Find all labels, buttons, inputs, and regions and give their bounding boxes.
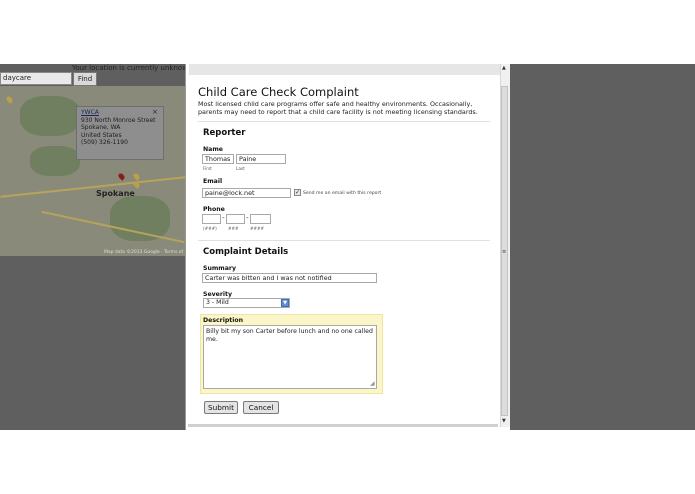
dialog-bottom-edge: [188, 424, 498, 427]
severity-select[interactable]: 3 - Mild: [203, 298, 290, 308]
phone-line-input[interactable]: [250, 214, 271, 224]
map-road: [0, 176, 186, 198]
submit-button[interactable]: Submit: [204, 401, 238, 414]
email-label: Email: [203, 178, 223, 185]
description-label: Description: [203, 317, 244, 324]
close-icon[interactable]: ×: [152, 108, 158, 116]
place-city: Spokane, WA: [81, 124, 121, 131]
complaint-heading: Complaint Details: [203, 247, 289, 257]
scroll-up-icon[interactable]: ▲: [502, 65, 506, 71]
severity-label: Severity: [203, 291, 233, 298]
summary-label: Summary: [203, 265, 237, 272]
scroll-grip-icon: ≡: [502, 249, 507, 255]
scroll-down-icon[interactable]: ▼: [502, 418, 506, 424]
first-sublabel: First: [203, 166, 212, 171]
map-park: [30, 146, 80, 176]
dialog-title: Child Care Check Complaint: [198, 85, 359, 99]
description-textarea[interactable]: Billy bit my son Carter before lunch and…: [203, 325, 377, 389]
phone-prefix-input[interactable]: [226, 214, 245, 224]
send-email-checkbox[interactable]: ✓: [294, 189, 301, 196]
phone-label: Phone: [203, 206, 225, 213]
map-pin-icon[interactable]: [5, 95, 14, 104]
reporter-heading: Reporter: [203, 128, 246, 138]
map-info-window: YWCA 930 North Monroe Street Spokane, WA…: [76, 106, 164, 160]
phone-area-input[interactable]: [202, 214, 221, 224]
email-input[interactable]: paine@lock.net: [202, 188, 291, 198]
find-button[interactable]: Find: [73, 72, 97, 86]
phone-separator: -: [222, 214, 225, 222]
location-status: Your location is currently unknown: [72, 64, 193, 72]
dialog-intro: Most licensed child care programs offer …: [198, 100, 478, 116]
first-name-input[interactable]: Thomas: [202, 154, 234, 164]
divider: [198, 240, 490, 241]
place-name-link[interactable]: YWCA: [81, 109, 159, 117]
cancel-button[interactable]: Cancel: [243, 401, 279, 414]
map-pin-icon[interactable]: [117, 172, 126, 181]
phone-prefix-sublabel: ###: [228, 226, 239, 231]
map-city-label: Spokane: [96, 189, 135, 198]
place-country: United States: [81, 131, 122, 139]
search-input[interactable]: daycare: [0, 72, 72, 85]
phone-line-sublabel: ####: [250, 226, 265, 231]
phone-area-sublabel: (###): [203, 226, 217, 231]
divider: [198, 121, 490, 122]
place-phone: (509) 326-1190: [81, 139, 128, 146]
map-park: [20, 96, 80, 136]
last-name-input[interactable]: Paine: [236, 154, 286, 164]
map-pin-icon[interactable]: [132, 172, 141, 181]
map-park: [110, 196, 170, 241]
place-street: 930 North Monroe Street: [81, 116, 156, 124]
chevron-down-icon[interactable]: ▼: [281, 299, 289, 307]
phone-separator: -: [246, 214, 249, 222]
name-label: Name: [203, 146, 223, 153]
send-email-note: Send me an email with this report: [303, 191, 382, 196]
summary-input[interactable]: Carter was bitten and I was not notified: [202, 273, 377, 283]
last-sublabel: Last: [236, 166, 245, 171]
map-credit: Map data ©2013 Google · Terms of: [104, 250, 184, 255]
resize-handle-icon[interactable]: ◢: [370, 381, 376, 387]
dialog-top-bar: [189, 64, 501, 75]
